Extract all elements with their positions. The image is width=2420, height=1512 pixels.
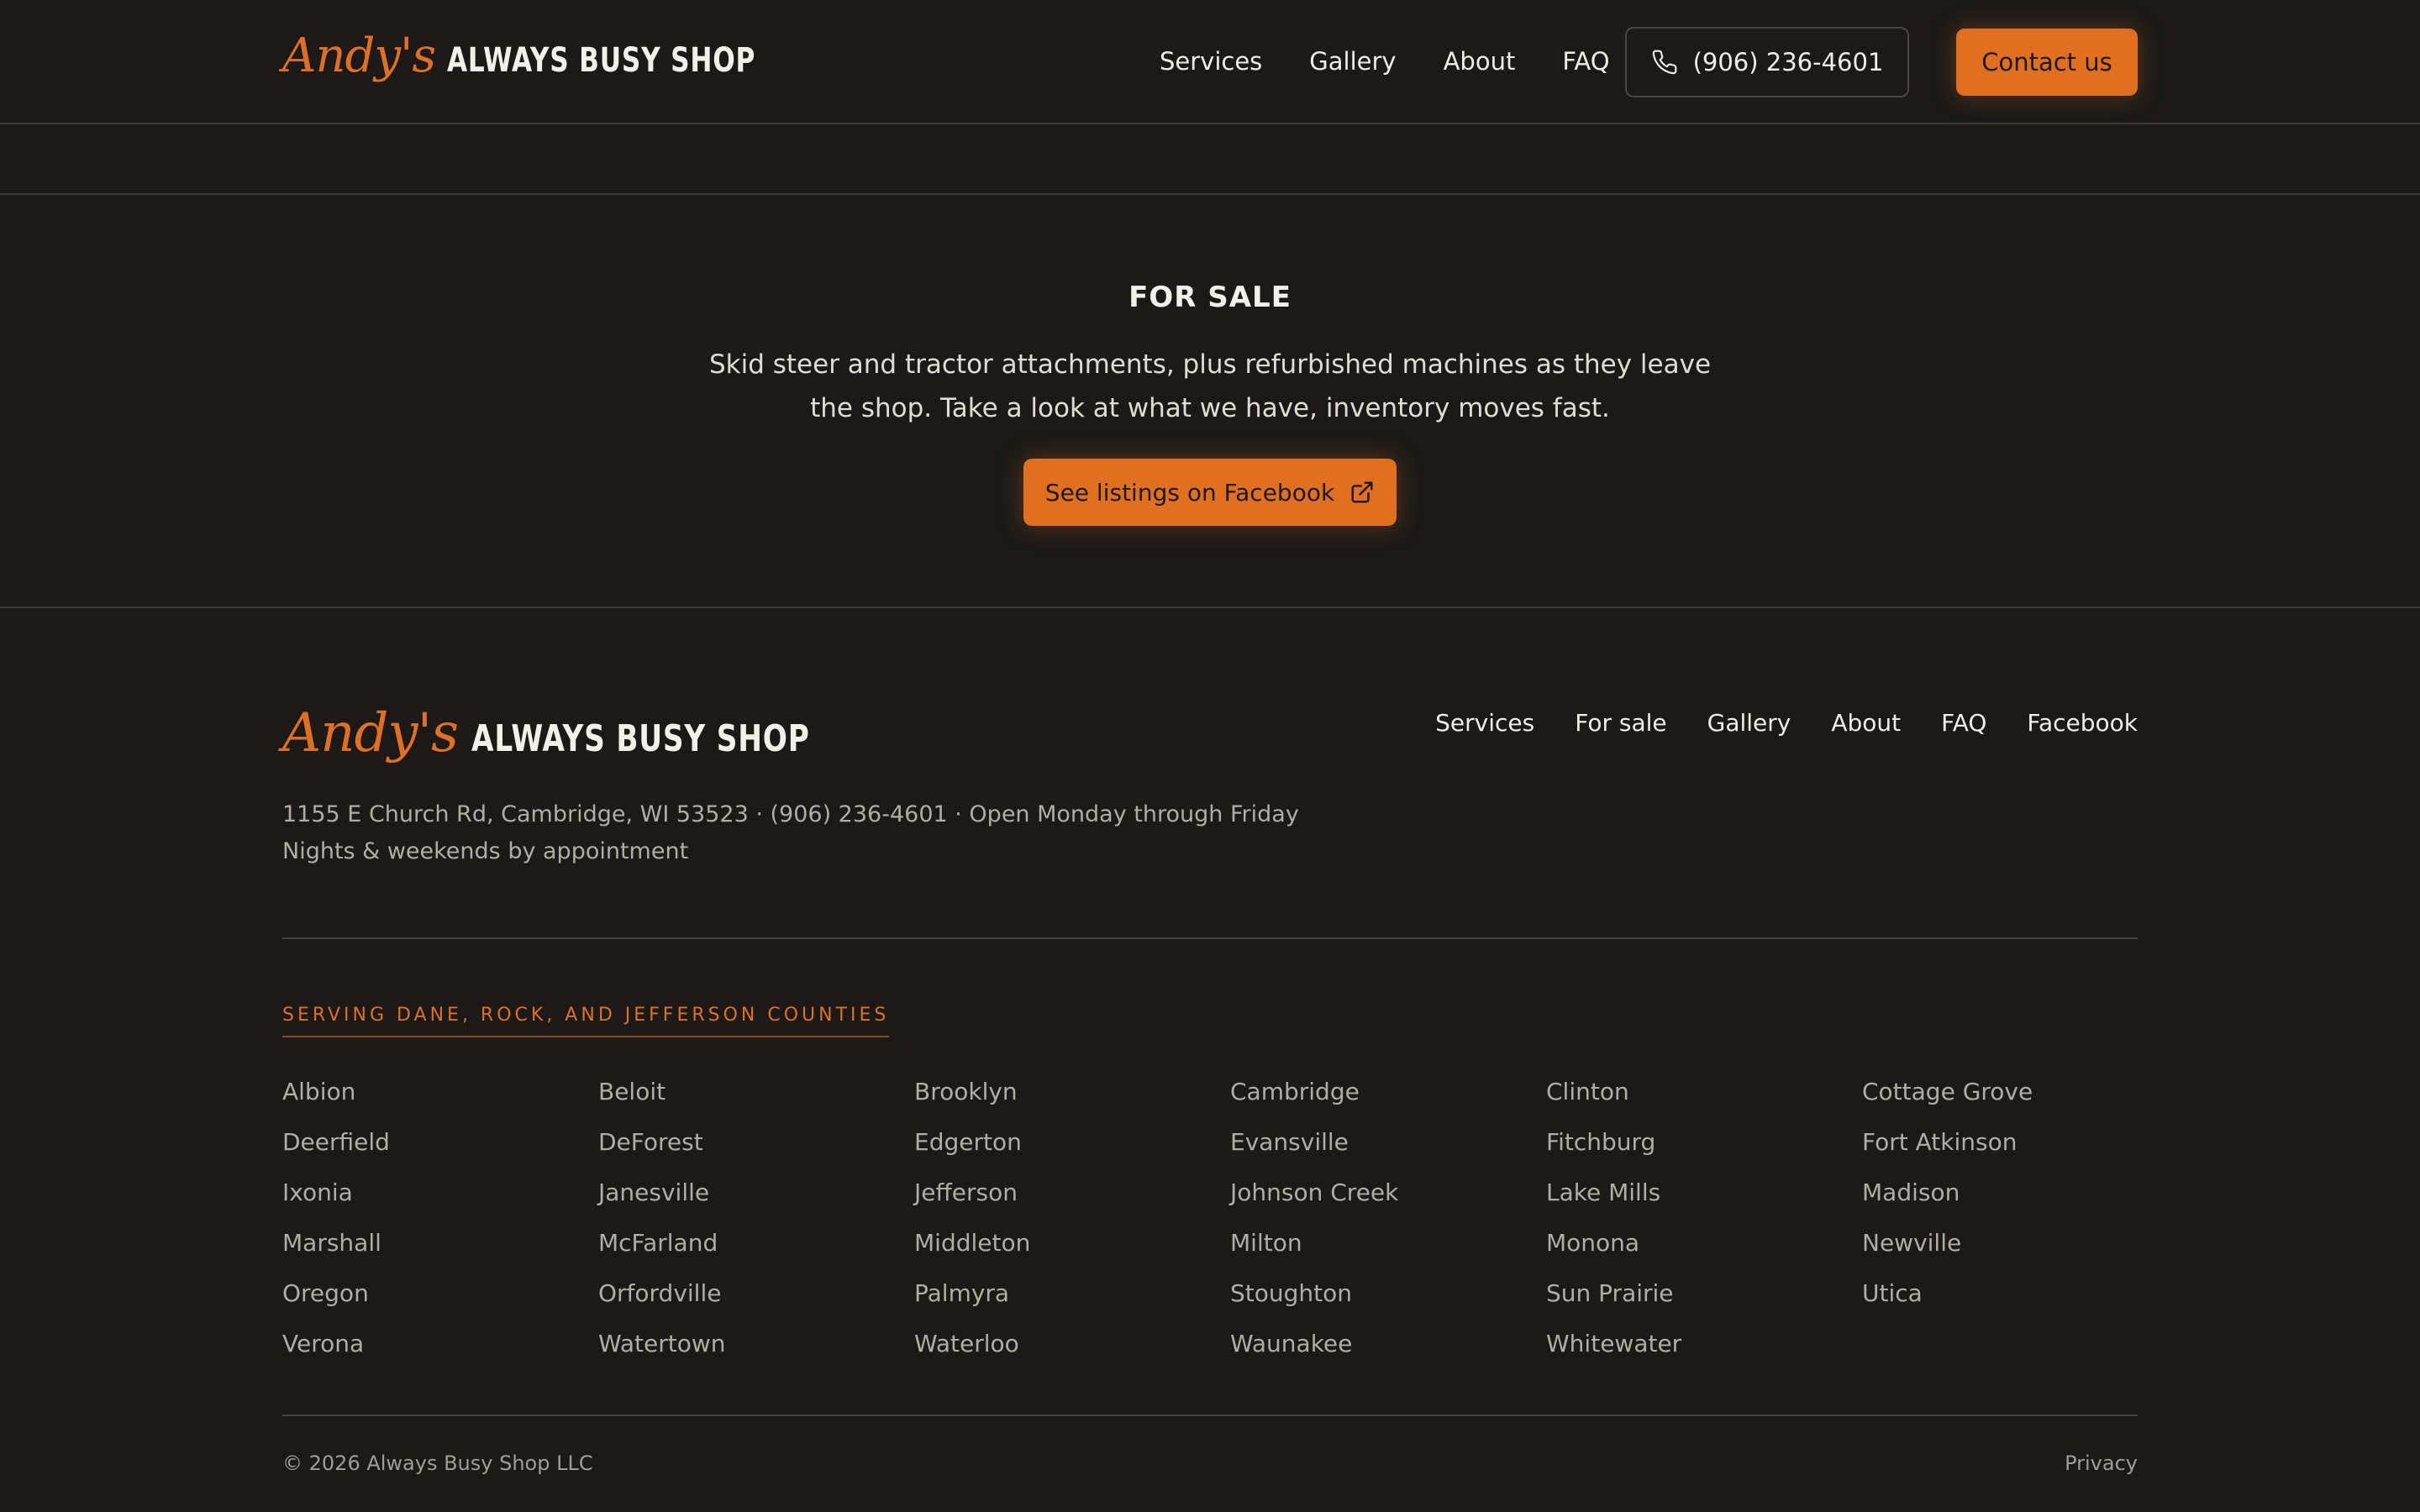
nav-about[interactable]: About — [1444, 47, 1516, 76]
town-item: Waterloo — [914, 1330, 1019, 1357]
town-item: Waunakee — [1230, 1330, 1353, 1357]
external-link-icon — [1351, 481, 1373, 503]
town-list: Albion Beloit Brooklyn Cambridge Clinton Cott… — [282, 1067, 2138, 1369]
service-area-heading: SERVING DANE, ROCK, AND JEFFERSON COUNTI… — [282, 1005, 890, 1037]
town-item: McFarland — [598, 1229, 718, 1257]
footer-divider — [282, 937, 2138, 939]
for-sale-title: FOR SALE — [1128, 281, 1292, 314]
town-item: Albion — [282, 1078, 356, 1105]
footer-logo-name-text: ALWAYS BUSY SHOP — [471, 717, 810, 760]
nav-gallery[interactable]: Gallery — [1309, 47, 1396, 76]
town-item: Fort Atkinson — [1862, 1128, 2018, 1156]
footer-address-block: 1155 E Church Rd, Cambridge, WI 53523 · … — [282, 796, 1299, 870]
header-logo[interactable]: Andy's ALWAYS BUSY SHOP — [282, 29, 843, 83]
phone-icon — [1652, 50, 1676, 75]
town-item: Fitchburg — [1546, 1128, 1656, 1156]
footer-logo-script-text: Andy's — [282, 702, 459, 764]
privacy-link[interactable]: Privacy — [2065, 1452, 2138, 1475]
nav-services[interactable]: Services — [1160, 47, 1262, 76]
footer-nav: Services For sale Gallery About FAQ Face… — [1395, 709, 2138, 737]
for-sale-description: Skid steer and tractor attachments, plus… — [708, 349, 1712, 423]
footer-nav-facebook[interactable]: Facebook — [2027, 709, 2138, 737]
footer-logo[interactable]: Andy's ALWAYS BUSY SHOP — [282, 702, 905, 764]
town-item: Newville — [1862, 1229, 1962, 1257]
town-item: Cambridge — [1230, 1078, 1360, 1105]
site-header: Andy's ALWAYS BUSY SHOP Services Gallery… — [0, 0, 2420, 124]
town-item: Ixonia — [282, 1179, 353, 1206]
town-item: Marshall — [282, 1229, 381, 1257]
town-item: Madison — [1862, 1179, 1960, 1206]
footer-nav-gallery[interactable]: Gallery — [1707, 709, 1791, 737]
logo-script-text: Andy's — [282, 29, 436, 83]
address-line: 1155 E Church Rd, Cambridge, WI 53523 · … — [282, 801, 1299, 827]
town-item: Sun Prairie — [1546, 1279, 1674, 1307]
town-item: Brooklyn — [914, 1078, 1018, 1105]
footer-nav-about[interactable]: About — [1831, 709, 1901, 737]
town-item: Deerfield — [282, 1128, 390, 1156]
phone-number: (906) 236-4601 — [1692, 48, 1884, 76]
town-item: Evansville — [1230, 1128, 1349, 1156]
copyright-text: © 2026 Always Busy Shop LLC — [282, 1452, 593, 1475]
footer-nav-faq[interactable]: FAQ — [1941, 709, 1986, 737]
town-item: Whitewater — [1546, 1330, 1682, 1357]
town-item: Stoughton — [1230, 1279, 1353, 1307]
town-item: Palmyra — [914, 1279, 1010, 1307]
facebook-listings-button[interactable]: See listings on Facebook — [1023, 459, 1397, 526]
nav-faq[interactable]: FAQ — [1562, 47, 1609, 76]
town-item: Monona — [1546, 1229, 1640, 1257]
footer-nav-for-sale[interactable]: For sale — [1575, 709, 1666, 737]
facebook-listings-label: See listings on Facebook — [1044, 478, 1335, 507]
town-item: Utica — [1862, 1279, 1923, 1307]
contact-button[interactable]: Contact us — [1956, 29, 2138, 96]
town-item: Cottage Grove — [1862, 1078, 2033, 1105]
hours-note: Nights & weekends by appointment — [282, 838, 689, 864]
footer-nav-services[interactable]: Services — [1435, 709, 1534, 737]
town-item: Johnson Creek — [1230, 1179, 1399, 1206]
town-item: Beloit — [598, 1078, 666, 1105]
town-item: Lake Mills — [1546, 1179, 1661, 1206]
logo-name-text: ALWAYS BUSY SHOP — [447, 41, 756, 80]
town-item: Watertown — [598, 1330, 726, 1357]
town-item: Orfordville — [598, 1279, 722, 1307]
town-item: Edgerton — [914, 1128, 1022, 1156]
town-item: Verona — [282, 1330, 365, 1357]
town-item: Middleton — [914, 1229, 1031, 1257]
town-item: Oregon — [282, 1279, 369, 1307]
spacer-band — [0, 124, 2420, 195]
footer-bottom-divider — [282, 1415, 2138, 1416]
main-nav: Services Gallery About FAQ — [1160, 0, 1657, 123]
town-item: Clinton — [1546, 1078, 1629, 1105]
phone-button[interactable]: (906) 236-4601 — [1625, 27, 1909, 97]
town-item: Jefferson — [914, 1179, 1018, 1206]
town-item: Milton — [1230, 1229, 1302, 1257]
for-sale-section: FOR SALE Skid steer and tractor attachme… — [0, 195, 2420, 608]
town-item: Janesville — [598, 1179, 710, 1206]
town-item: DeForest — [598, 1128, 703, 1156]
